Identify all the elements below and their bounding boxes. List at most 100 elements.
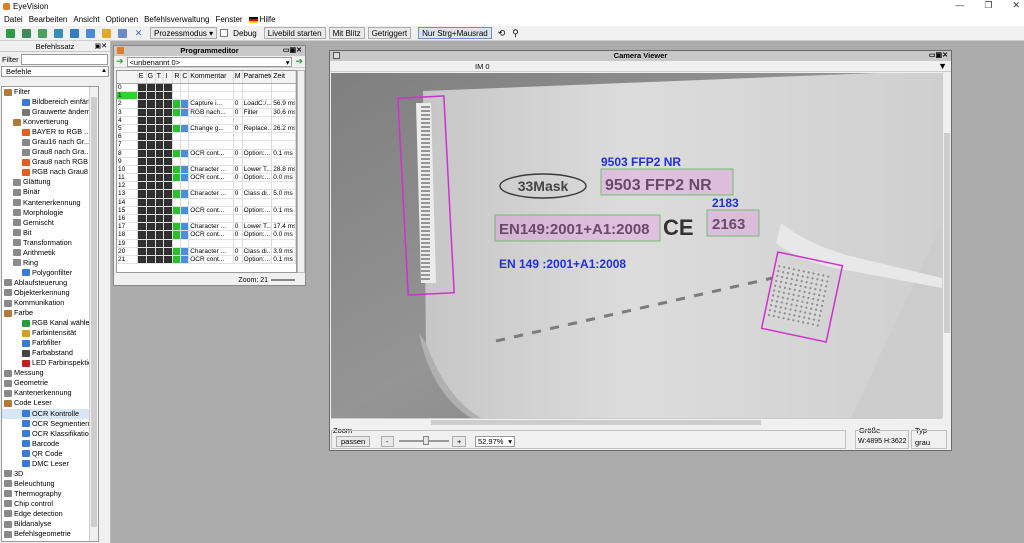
- tree-item[interactable]: OCR Segmentieru...: [2, 419, 98, 429]
- tree-item[interactable]: Beleuchtung: [2, 479, 98, 489]
- table-row[interactable]: 5 Change g... 0 Replace... 26.2 ms: [117, 124, 296, 134]
- table-row[interactable]: 12: [117, 182, 296, 191]
- tree-item[interactable]: LED Farbinspektion: [2, 358, 98, 368]
- reset-icon[interactable]: ⟲: [498, 28, 506, 39]
- tree-item[interactable]: Edge detection: [2, 509, 98, 519]
- table-row[interactable]: 19: [117, 239, 296, 248]
- v-scroll-thumb[interactable]: [944, 133, 950, 333]
- table-row[interactable]: 11 OCR cont... 0 Option:... 0.0 ms: [117, 174, 296, 183]
- tree-item[interactable]: Kantenerkennung: [2, 388, 98, 398]
- zoom-plus-button[interactable]: +: [452, 436, 467, 447]
- table-row[interactable]: 1: [117, 92, 296, 101]
- close-icon[interactable]: ✕: [1012, 0, 1020, 11]
- viewer-v-scrollbar[interactable]: [942, 73, 951, 418]
- panel-close-icon[interactable]: ▣✕: [95, 41, 107, 52]
- tree-item[interactable]: Arithmetik: [2, 248, 98, 258]
- table-row[interactable]: 9: [117, 157, 296, 166]
- tree-item[interactable]: Objekterkennung: [2, 288, 98, 298]
- table-row[interactable]: 20 Character ... 0 Class di... 3.9 ms: [117, 247, 296, 256]
- run-icon[interactable]: [6, 28, 15, 38]
- table-row[interactable]: 18 OCR cont... 0 Option:... 0.0 ms: [117, 231, 296, 240]
- open-icon[interactable]: [102, 28, 111, 38]
- zoom-icon[interactable]: ⚲: [512, 28, 519, 39]
- tree-item[interactable]: Code Leser: [2, 398, 98, 408]
- tree-item[interactable]: Geometrie: [2, 378, 98, 388]
- menu-ansicht[interactable]: Ansicht: [73, 15, 99, 24]
- table-row[interactable]: 17 Character ... 0 Lower T... 17.4 ms: [117, 223, 296, 232]
- tree-item[interactable]: Thermography: [2, 489, 98, 499]
- blitz-button[interactable]: Mit Blitz: [328, 27, 365, 39]
- step-icon[interactable]: [22, 28, 31, 38]
- table-row[interactable]: 14: [117, 198, 296, 207]
- menu-datei[interactable]: Datei: [4, 15, 23, 24]
- column-header[interactable]: C: [181, 71, 190, 83]
- livebild-button[interactable]: Livebild starten: [263, 27, 326, 39]
- camera-image[interactable]: 33Mask 9503 FFP2 NR EN149:2001+A1:2008 C…: [331, 73, 942, 418]
- stop-icon[interactable]: ✕: [134, 28, 143, 38]
- tree-item[interactable]: Bildanalyse: [2, 519, 98, 529]
- table-row[interactable]: 2 Capture i... 0 LoadC:/... 56.9 ms: [117, 100, 296, 109]
- viewer-h-scrollbar[interactable]: [331, 418, 942, 426]
- column-header[interactable]: [117, 71, 138, 83]
- save-icon[interactable]: [86, 28, 95, 38]
- tree-item[interactable]: Filter: [2, 87, 98, 97]
- table-row[interactable]: 7: [117, 141, 296, 150]
- tree-item[interactable]: Farbintensität: [2, 328, 98, 338]
- table-row[interactable]: 15 OCR cont... 0 Option:... 0.1 ms: [117, 206, 296, 215]
- tree-item[interactable]: RGB Kanal wählen: [2, 318, 98, 328]
- next-arrow-icon[interactable]: ➔: [295, 56, 303, 67]
- strg-mausrad-button[interactable]: Nur Strg+Mausrad: [418, 27, 492, 39]
- tree-item[interactable]: Farbfilter: [2, 338, 98, 348]
- table-row[interactable]: 3 RGB nach... 0 Filter 30.6 ms: [117, 108, 296, 117]
- table-row[interactable]: 6: [117, 133, 296, 142]
- program-select[interactable]: <unbenannt 0> ▾: [126, 56, 293, 67]
- table-row[interactable]: 4: [117, 116, 296, 125]
- zoom-value-select[interactable]: 52.97% ▾: [475, 436, 515, 447]
- column-header[interactable]: E: [137, 71, 147, 83]
- tree-item[interactable]: RGB nach Grau8: [2, 167, 98, 177]
- tree-item[interactable]: Farbe: [2, 308, 98, 318]
- column-header[interactable]: Parameter: [242, 71, 273, 83]
- tree-item[interactable]: OCR Klassifikation: [2, 429, 98, 439]
- green-arrow-icon[interactable]: ➔: [116, 56, 124, 67]
- viewer-window-buttons[interactable]: ▭▣✕: [929, 51, 948, 61]
- column-header[interactable]: T: [155, 71, 165, 83]
- table-row[interactable]: 8 OCR cont... 0 Option:... 0.1 ms: [117, 149, 296, 158]
- column-header[interactable]: G: [146, 71, 156, 83]
- befehle-header[interactable]: Befehle ▲: [1, 66, 109, 77]
- column-header[interactable]: Kommentar: [189, 71, 234, 83]
- h-scroll-thumb[interactable]: [431, 420, 761, 425]
- tree-item[interactable]: QR Code: [2, 449, 98, 459]
- tree-item[interactable]: Messung: [2, 368, 98, 378]
- tree-item[interactable]: Konvertierung: [2, 117, 98, 127]
- table-row[interactable]: 13 Character ... 0 Class di... 5.0 ms: [117, 190, 296, 199]
- tree-item[interactable]: Grau8 nach RGB: [2, 157, 98, 167]
- minimize-icon[interactable]: —: [955, 0, 964, 11]
- menu-befehlsverwaltung[interactable]: Befehlsverwaltung: [144, 15, 209, 24]
- tree-item[interactable]: Bildbereich einfärb...: [2, 97, 98, 107]
- loop-icon[interactable]: [70, 28, 79, 38]
- tree-item[interactable]: Bit: [2, 228, 98, 238]
- passen-button[interactable]: passen: [336, 436, 371, 447]
- tree-item[interactable]: Morphologie: [2, 208, 98, 218]
- tree-scrollbar[interactable]: [89, 87, 98, 541]
- getriggert-button[interactable]: Getriggert: [367, 27, 412, 39]
- image-dropdown-icon[interactable]: ▼: [938, 61, 947, 72]
- zoom-slider[interactable]: [399, 436, 449, 445]
- column-header[interactable]: Zeit: [272, 71, 296, 83]
- table-row[interactable]: 21 OCR cont... 0 Option:... 0.1 ms: [117, 255, 296, 265]
- maximize-icon[interactable]: ❐: [984, 0, 992, 11]
- menu-optionen[interactable]: Optionen: [106, 15, 138, 24]
- image-select-bar[interactable]: IM 0 ▼: [330, 61, 951, 72]
- tree-item[interactable]: Grauwerte ändern: [2, 107, 98, 117]
- program-table[interactable]: EGTIRCKommentarMParameterZeit012Capture …: [116, 70, 297, 273]
- tree-item[interactable]: Barcode: [2, 439, 98, 449]
- tree-item[interactable]: Kommunikation: [2, 298, 98, 308]
- tree-item[interactable]: Ring: [2, 258, 98, 268]
- tree-item[interactable]: Farbabstand: [2, 348, 98, 358]
- prozessmodus-select[interactable]: Prozessmodus ▾: [150, 27, 218, 39]
- tree-item[interactable]: Binär: [2, 187, 98, 197]
- step-over-icon[interactable]: [54, 28, 63, 38]
- tree-item[interactable]: Glättung: [2, 177, 98, 187]
- table-row[interactable]: 10 Character ... 0 Lower T... 28.8 ms: [117, 165, 296, 175]
